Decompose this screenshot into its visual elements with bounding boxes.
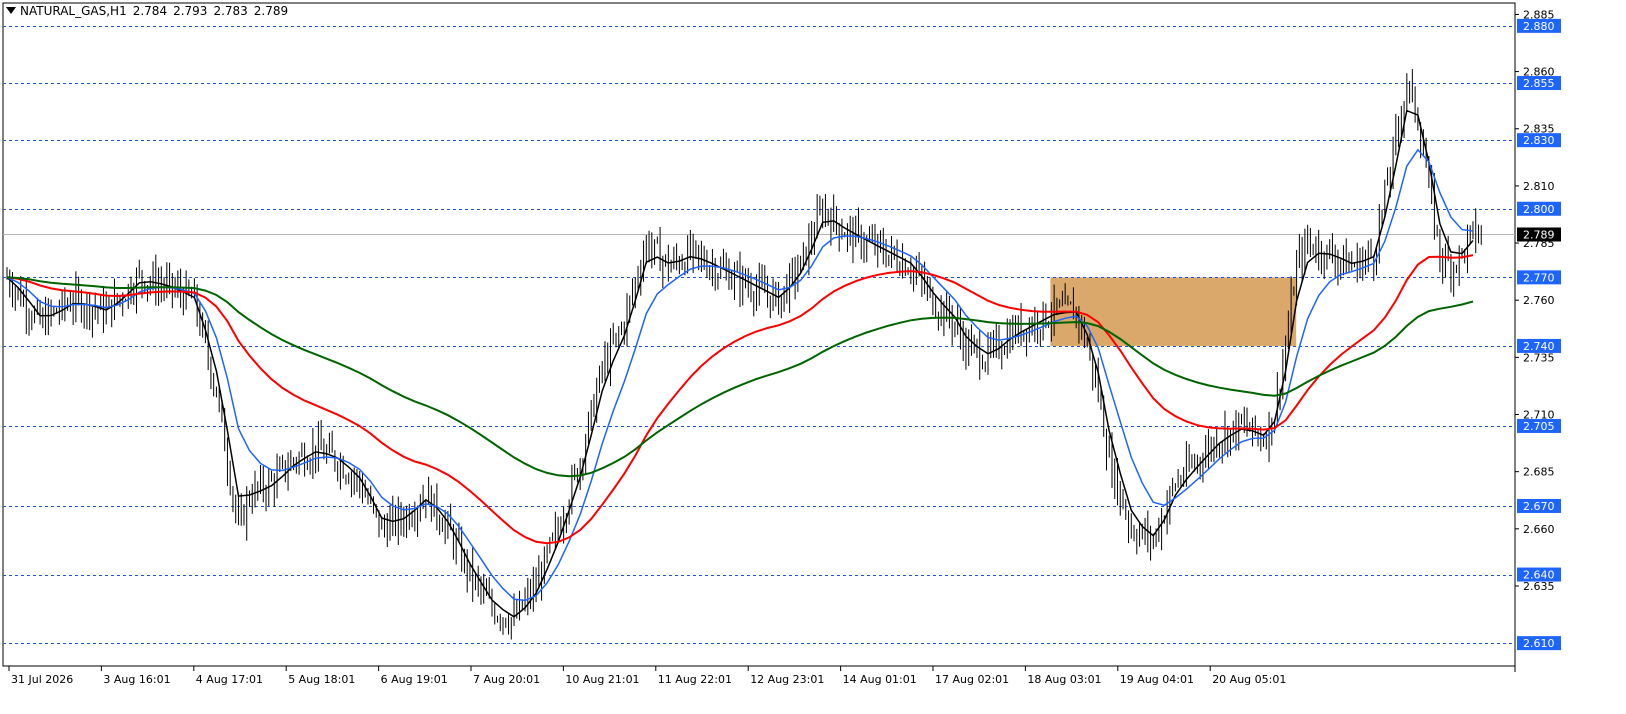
x-tick-label: 14 Aug 01:01 [843, 673, 917, 686]
level-price-label: 2.880 [1523, 20, 1555, 33]
level-price-label: 2.800 [1523, 203, 1555, 216]
x-tick-label: 7 Aug 20:01 [473, 673, 540, 686]
y-tick-label: 2.635 [1523, 580, 1555, 593]
level-price-label: 2.830 [1523, 134, 1555, 147]
x-tick-label: 4 Aug 17:01 [196, 673, 263, 686]
fast-ma-line [6, 109, 1474, 618]
y-tick-label: 2.685 [1523, 466, 1555, 479]
level-price-label: 2.770 [1523, 271, 1555, 284]
current-price-label: 2.789 [1523, 229, 1555, 242]
x-tick-label: 20 Aug 05:01 [1212, 673, 1286, 686]
x-tick-label: 19 Aug 04:01 [1120, 673, 1194, 686]
y-tick-label: 2.660 [1523, 523, 1555, 536]
x-tick-label: 12 Aug 23:01 [750, 673, 824, 686]
x-tick-label: 18 Aug 03:01 [1027, 673, 1101, 686]
level-price-label: 2.855 [1523, 77, 1555, 90]
level-price-label: 2.705 [1523, 420, 1555, 433]
x-tick-label: 5 Aug 18:01 [288, 673, 355, 686]
level-price-label: 2.670 [1523, 500, 1555, 513]
medium-ma-line [6, 148, 1474, 602]
level-price-label: 2.740 [1523, 340, 1555, 353]
level-price-label: 2.610 [1523, 637, 1555, 650]
x-tick-label: 17 Aug 02:01 [935, 673, 1009, 686]
x-tick-label: 6 Aug 19:01 [381, 673, 448, 686]
y-tick-label: 2.735 [1523, 351, 1555, 364]
price-chart[interactable]: 2.8852.8602.8352.8102.7852.7602.7352.710… [0, 0, 1626, 714]
level-price-label: 2.640 [1523, 569, 1555, 582]
y-tick-label: 2.760 [1523, 294, 1555, 307]
x-tick-label: 11 Aug 22:01 [658, 673, 732, 686]
y-tick-label: 2.810 [1523, 180, 1555, 193]
x-tick-label: 31 Jul 2026 [11, 673, 73, 686]
x-tick-label: 10 Aug 21:01 [565, 673, 639, 686]
x-tick-label: 3 Aug 16:01 [103, 673, 170, 686]
